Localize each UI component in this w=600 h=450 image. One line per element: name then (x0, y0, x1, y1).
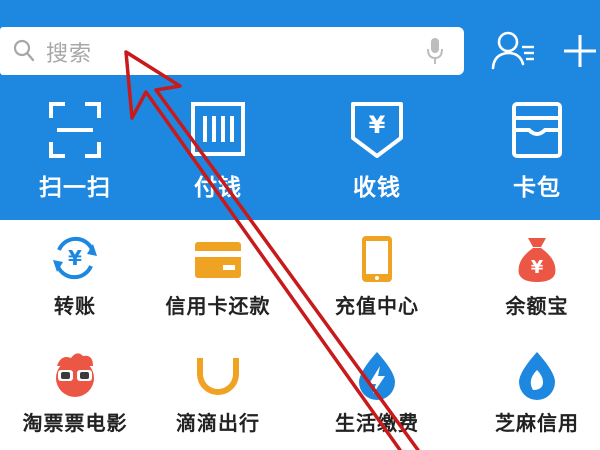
lightning-drop-icon (359, 352, 395, 400)
grid-item-label: 转账 (54, 294, 96, 318)
svg-text:¥: ¥ (369, 111, 386, 139)
grid-item-utilities[interactable]: 生活缴费 (302, 350, 452, 450)
didi-icon (197, 358, 239, 395)
barcode-icon (191, 102, 245, 156)
grid-item-label: 生活缴费 (335, 411, 419, 435)
quick-action-scan[interactable]: 扫一扫 (0, 98, 150, 208)
grid-item-didi[interactable]: 滴滴出行 (143, 350, 293, 450)
grid-item-sesame[interactable]: 芝麻信用 (462, 350, 600, 450)
money-bag-icon: ¥ (518, 238, 556, 282)
grid-item-topup[interactable]: 充值中心 (302, 232, 452, 342)
grid-item-label: 滴滴出行 (176, 411, 260, 435)
grid-item-label: 余额宝 (505, 294, 569, 318)
phone-topup-icon (362, 236, 392, 282)
movie-mascot-icon (56, 353, 94, 397)
grid-item-transfer[interactable]: ¥ 转账 (0, 232, 150, 342)
quick-action-label: 扫一扫 (39, 175, 111, 201)
quick-action-label: 付钱 (194, 175, 242, 201)
grid-item-label: 信用卡还款 (165, 294, 271, 318)
card-wallet-icon (512, 102, 562, 158)
quick-action-label: 卡包 (513, 175, 561, 201)
svg-text:¥: ¥ (531, 257, 544, 278)
grid-item-label: 充值中心 (335, 294, 419, 318)
yuan-receive-icon: ¥ (351, 102, 403, 158)
grid-item-label: 淘票票电影 (22, 411, 128, 435)
quick-action-cards[interactable]: 卡包 (462, 98, 600, 208)
transfer-icon: ¥ (53, 236, 97, 280)
sesame-icon (519, 352, 555, 400)
quick-action-receive[interactable]: ¥ 收钱 (302, 98, 452, 208)
scan-icon (49, 102, 101, 158)
quick-action-pay[interactable]: 付钱 (143, 98, 293, 208)
grid-item-credit-card[interactable]: 信用卡还款 (143, 232, 293, 342)
contacts-icon[interactable] (490, 30, 538, 72)
grid-item-yuebao[interactable]: ¥ 余额宝 (462, 232, 600, 342)
grid-item-label: 芝麻信用 (495, 411, 579, 435)
plus-icon[interactable] (562, 32, 598, 70)
grid-item-movies[interactable]: 淘票票电影 (0, 350, 150, 450)
microphone-icon[interactable] (426, 37, 444, 65)
magnifier-icon (13, 39, 35, 62)
quick-action-label: 收钱 (353, 175, 401, 201)
svg-text:¥: ¥ (68, 246, 82, 270)
search-bar[interactable]: 搜索 (0, 27, 464, 75)
credit-card-icon (195, 242, 241, 278)
search-placeholder[interactable]: 搜索 (46, 36, 92, 68)
